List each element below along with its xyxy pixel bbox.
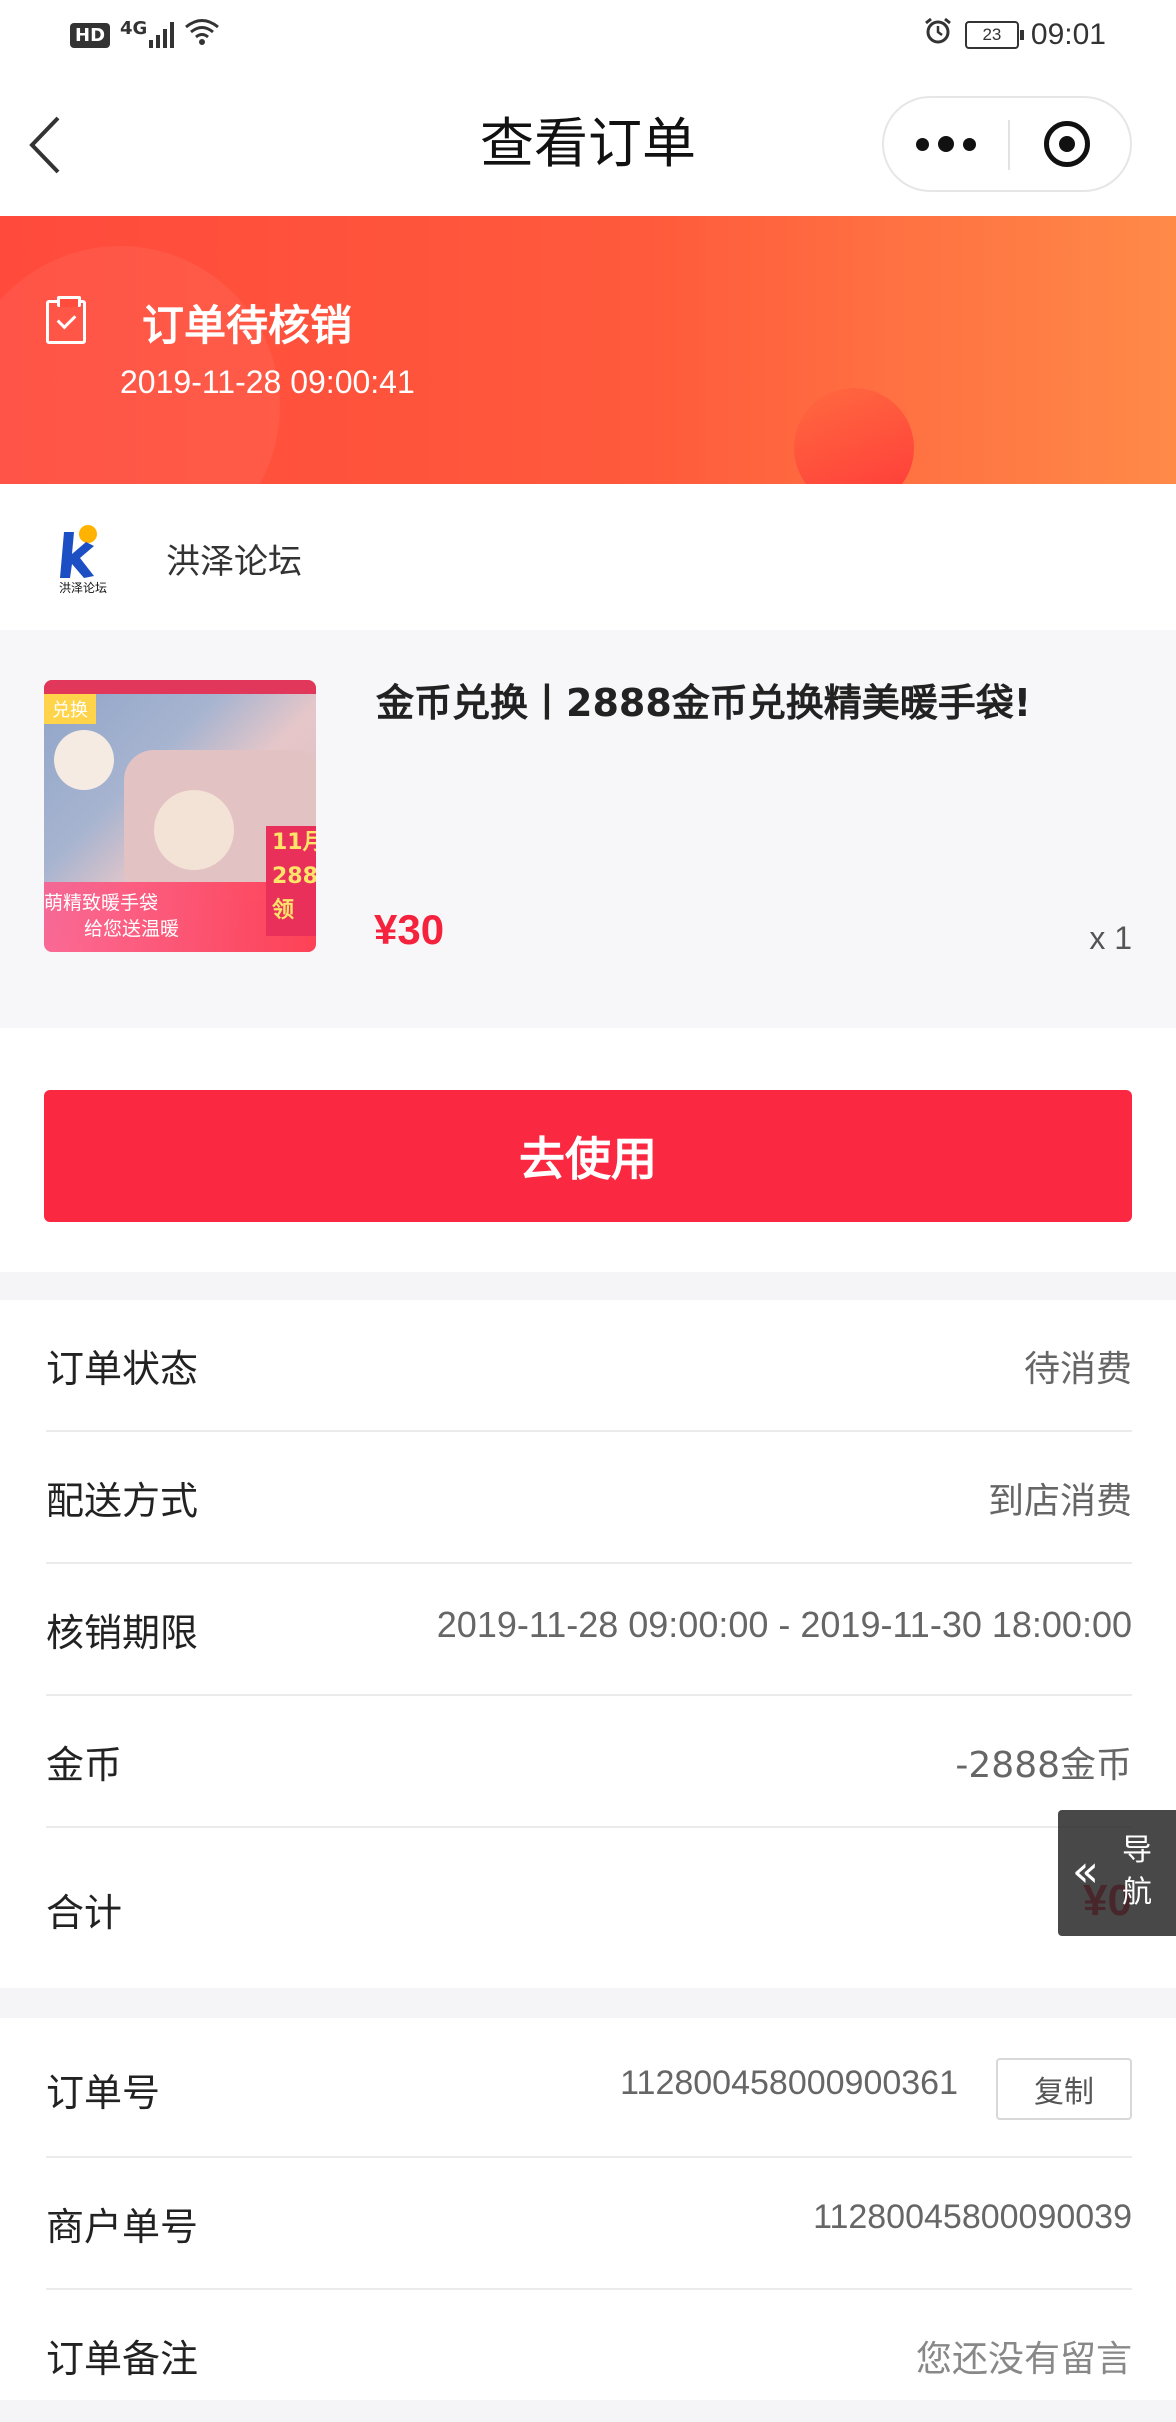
thumbnail-caption: 萌精致暖手袋 bbox=[44, 892, 159, 914]
thumbnail-side-label: 11月 288 领 bbox=[266, 826, 316, 936]
order-status-title: 订单待核销 bbox=[142, 301, 353, 350]
product-title: 金币兑换丨2888金币兑换精美暖手袋! bbox=[376, 681, 1032, 725]
use-button[interactable]: 去使用 bbox=[44, 1090, 1132, 1222]
network-type: 4G bbox=[120, 18, 148, 39]
mini-program-capsule bbox=[882, 96, 1132, 192]
order-info-section: 订单状态 待消费 配送方式 到店消费 核销期限 2019-11-28 09:00… bbox=[0, 1300, 1176, 1988]
thumbnail-caption: 给您送温暖 bbox=[84, 918, 180, 940]
order-datetime: 2019-11-28 09:00:41 bbox=[120, 364, 415, 400]
thumbnail-tag: 兑换 bbox=[44, 694, 96, 724]
more-button[interactable] bbox=[884, 98, 1008, 190]
capsule-divider bbox=[1008, 120, 1010, 170]
product-thumbnail: 兑换 萌精致暖手袋 给您送温暖 11月 288 领 bbox=[44, 680, 316, 952]
status-bar: HD 4G 23 09:01 bbox=[0, 0, 1176, 72]
floating-nav-button[interactable]: « 导 航 bbox=[1058, 1810, 1176, 1936]
battery-icon: 23 bbox=[964, 21, 1024, 49]
shop-logo-text: 洪泽论坛 bbox=[59, 581, 107, 594]
remark-value: 您还没有留言 bbox=[915, 2339, 1132, 2380]
row-label: 订单状态 bbox=[46, 1347, 199, 1391]
row-label: 合计 bbox=[46, 1891, 123, 1935]
more-dots-icon bbox=[916, 137, 929, 151]
thumbnail-bunny bbox=[54, 730, 114, 790]
order-number: 112800458000900361 bbox=[620, 2064, 958, 2102]
nav-bar: 查看订单 bbox=[0, 72, 1176, 216]
product-card[interactable]: 兑换 萌精致暖手袋 给您送温暖 11月 288 领 金币兑换丨2888金币兑换精… bbox=[0, 630, 1176, 1028]
shop-name: 洪泽论坛 bbox=[166, 542, 302, 582]
clock: 09:01 bbox=[1030, 18, 1106, 51]
row-value: -2888金币 bbox=[955, 1745, 1132, 1786]
double-chevron-left-icon: « bbox=[1072, 1846, 1099, 1897]
order-meta-section: 订单号 112800458000900361 复制 商户单号 112800458… bbox=[0, 2018, 1176, 2400]
close-target-icon[interactable] bbox=[1044, 121, 1090, 167]
info-row-validity: 核销期限 2019-11-28 09:00:00 - 2019-11-30 18… bbox=[46, 1564, 1132, 1696]
status-right: 23 09:01 bbox=[923, 16, 1106, 54]
row-value: 待消费 bbox=[1023, 1349, 1132, 1390]
row-label: 金币 bbox=[46, 1743, 123, 1787]
meta-row-order-no: 订单号 112800458000900361 复制 bbox=[46, 2018, 1132, 2158]
product-price: ¥30 bbox=[374, 906, 445, 953]
signal-icon bbox=[149, 22, 175, 48]
alarm-icon bbox=[923, 16, 953, 54]
shop-row[interactable]: 洪泽论坛 洪泽论坛 bbox=[0, 484, 1176, 630]
info-row-coins: 金币 -2888金币 bbox=[46, 1696, 1132, 1828]
meta-row-remark: 订单备注 您还没有留言 bbox=[46, 2290, 1132, 2422]
action-area: 去使用 bbox=[0, 1028, 1176, 1272]
info-row-total: 合计 ¥0 bbox=[46, 1828, 1132, 1988]
hd-badge: HD bbox=[70, 22, 111, 48]
info-row-status: 订单状态 待消费 bbox=[46, 1300, 1132, 1432]
wifi-icon bbox=[184, 18, 220, 52]
floating-nav-label: 导 航 bbox=[1122, 1833, 1152, 1910]
status-left: HD 4G bbox=[70, 18, 220, 52]
clipboard-check-icon bbox=[46, 296, 86, 344]
row-label: 商户单号 bbox=[46, 2205, 199, 2249]
row-label: 订单号 bbox=[46, 2071, 161, 2115]
copy-button[interactable]: 复制 bbox=[996, 2058, 1132, 2120]
info-row-delivery: 配送方式 到店消费 bbox=[46, 1432, 1132, 1564]
merchant-number: 11280045800090039 bbox=[813, 2198, 1132, 2236]
shop-logo: 洪泽论坛 bbox=[50, 524, 116, 595]
product-quantity: x 1 bbox=[1089, 920, 1132, 956]
meta-row-merchant-no: 商户单号 11280045800090039 bbox=[46, 2158, 1132, 2290]
thumbnail-bunny bbox=[154, 790, 234, 870]
row-label: 订单备注 bbox=[46, 2337, 199, 2381]
row-label: 核销期限 bbox=[46, 1611, 199, 1655]
banner-decoration-circle bbox=[794, 388, 914, 484]
order-status-banner: 订单待核销 2019-11-28 09:00:41 bbox=[0, 216, 1176, 484]
row-value: 2019-11-28 09:00:00 - 2019-11-30 18:00:0… bbox=[436, 1604, 1132, 1645]
row-label: 配送方式 bbox=[46, 1479, 199, 1523]
row-value: 到店消费 bbox=[987, 1481, 1132, 1522]
